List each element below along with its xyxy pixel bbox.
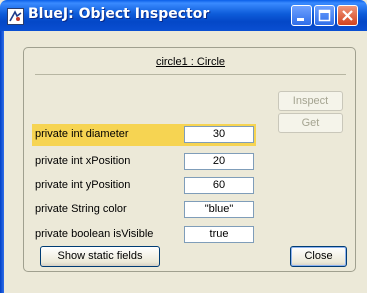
field-row-yposition[interactable]: private int yPosition 60 xyxy=(32,175,256,197)
field-row-isvisible[interactable]: private boolean isVisible true xyxy=(32,224,256,246)
minimize-button[interactable] xyxy=(291,5,312,26)
field-value: "blue" xyxy=(184,201,254,218)
title-bar[interactable]: BlueJ: Object Inspector xyxy=(0,0,367,31)
field-label: private int xPosition xyxy=(35,155,131,167)
object-title: circle1 : Circle xyxy=(155,56,226,68)
maximize-icon xyxy=(318,9,331,22)
close-window-button[interactable] xyxy=(337,5,358,26)
field-label: private boolean isVisible xyxy=(35,228,154,240)
window-frame-left xyxy=(0,31,4,293)
field-label: private int yPosition xyxy=(35,179,131,191)
field-value: 30 xyxy=(184,126,254,143)
object-inspector-window: BlueJ: Object Inspector circle1 : Circle… xyxy=(0,0,367,293)
field-label: private int diameter xyxy=(35,128,129,140)
inspect-button[interactable]: Inspect xyxy=(278,91,343,111)
close-button[interactable]: Close xyxy=(290,246,347,267)
maximize-button[interactable] xyxy=(314,5,335,26)
minimize-icon xyxy=(297,18,304,21)
field-row-xposition[interactable]: private int xPosition 20 xyxy=(32,151,256,173)
get-button[interactable]: Get xyxy=(278,113,343,133)
close-icon xyxy=(342,10,353,21)
field-value: 20 xyxy=(184,153,254,170)
bluej-app-icon[interactable] xyxy=(7,8,24,25)
field-value: 60 xyxy=(184,177,254,194)
show-static-fields-button[interactable]: Show static fields xyxy=(40,246,160,267)
field-row-color[interactable]: private String color "blue" xyxy=(32,199,256,221)
window-title: BlueJ: Object Inspector xyxy=(28,6,210,22)
field-label: private String color xyxy=(35,203,127,215)
field-value: true xyxy=(184,226,254,243)
field-row-diameter[interactable]: private int diameter 30 xyxy=(32,124,256,146)
title-divider xyxy=(35,74,346,75)
